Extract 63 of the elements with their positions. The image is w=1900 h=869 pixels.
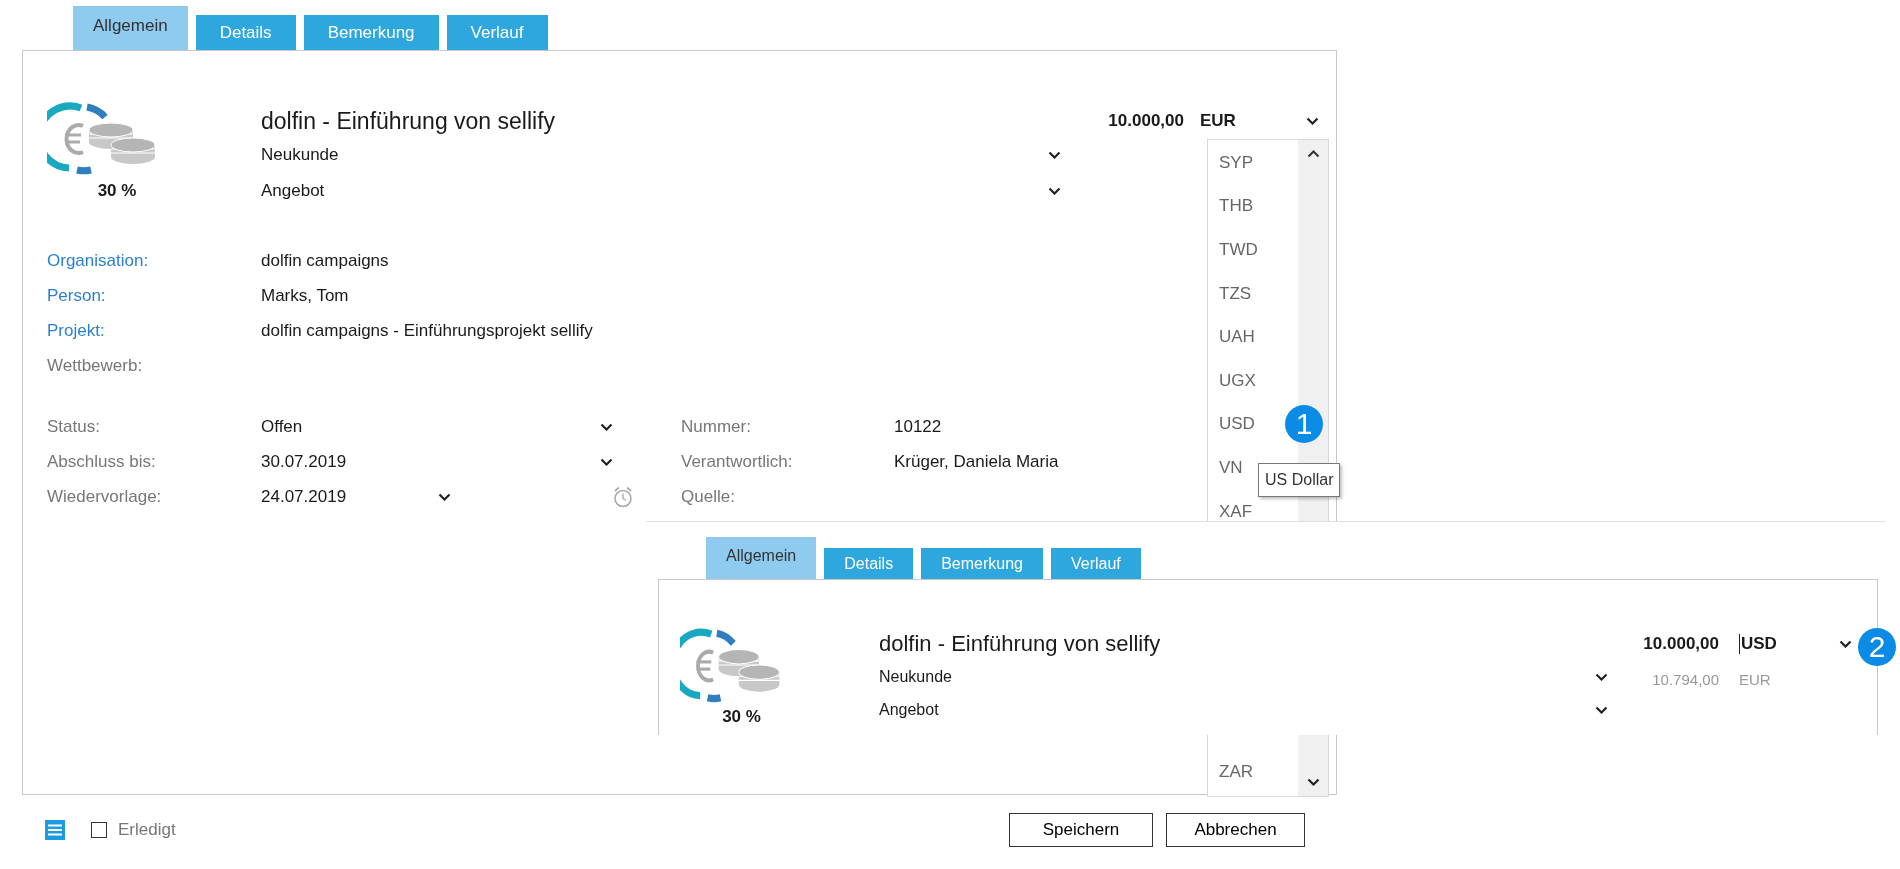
currency-option[interactable]: UGX: [1219, 370, 1256, 391]
chevron-down-icon: [1839, 640, 1852, 648]
customer-type-dropdown[interactable]: Neukunde: [879, 660, 1612, 693]
chevron-down-icon: [1048, 151, 1061, 159]
chevron-down-icon: [1048, 187, 1061, 195]
chevron-down-icon: [1306, 778, 1320, 786]
field-label: Status:: [47, 416, 101, 437]
currency-option[interactable]: SYP: [1219, 152, 1254, 173]
chevron-down-icon: [1306, 117, 1319, 125]
field-label: Verantwortlich:: [681, 451, 794, 472]
amount-value: 10.000,00: [1642, 634, 1719, 654]
dialog-button[interactable]: Abbrechen: [1166, 813, 1305, 847]
dropdown-field[interactable]: 30.07.2019: [261, 446, 613, 477]
field-label: Abschluss bis:: [47, 451, 157, 472]
field-link[interactable]: Person:: [47, 285, 261, 306]
field-value: 10122: [894, 416, 942, 437]
field-link[interactable]: Organisation:: [47, 250, 261, 271]
amount-value: 10.000,00: [1107, 111, 1184, 131]
field-value: dolfin campaigns - Einführungsprojekt sellify: [261, 320, 593, 341]
checkbox-label: Erledigt: [118, 820, 176, 840]
currency-option[interactable]: UAH: [1219, 327, 1255, 348]
probability-percent: 30 %: [97, 180, 137, 202]
chevron-up-icon: [1306, 150, 1320, 158]
field-label: Wettbewerb:: [47, 355, 144, 376]
currency-dropdown[interactable]: USD: [1739, 634, 1819, 654]
tab[interactable]: Allgemein: [73, 6, 188, 50]
dialog-button[interactable]: Speichern: [1009, 813, 1153, 847]
date-dropdown[interactable]: 24.07.2019: [261, 481, 451, 512]
text-cursor: [1739, 634, 1740, 654]
checkbox[interactable]: [91, 822, 107, 838]
field-value: Marks, Tom: [261, 285, 349, 306]
dropdown-field[interactable]: Offen: [261, 411, 613, 442]
currency-option[interactable]: ZAR: [1219, 762, 1253, 783]
customer-type-dropdown[interactable]: Neukunde: [261, 137, 1065, 173]
currency-option[interactable]: TZS: [1219, 283, 1252, 304]
field-label: Nummer:: [681, 416, 752, 437]
currency-option[interactable]: THB: [1219, 196, 1253, 217]
chevron-down-icon: [1595, 672, 1608, 681]
euro-coins-icon: [680, 626, 783, 705]
probability-percent: 30 %: [722, 706, 761, 728]
tab[interactable]: Allgemein: [706, 537, 817, 579]
currency-dropdown[interactable]: EUR: [1200, 111, 1290, 131]
phase-dropdown[interactable]: Angebot: [879, 693, 1612, 726]
phase-dropdown[interactable]: Angebot: [261, 173, 1065, 209]
currency-option[interactable]: USD: [1219, 414, 1255, 435]
chevron-down-icon: [438, 492, 451, 501]
chevron-down-icon: [600, 422, 613, 431]
record-title: dolfin - Einführung von sellify: [879, 630, 1162, 658]
field-label: Wiedervorlage:: [47, 486, 163, 507]
converted-amount: 10.794,00: [1651, 670, 1719, 688]
menu-icon: [45, 820, 65, 840]
currency-option[interactable]: XAF: [1219, 501, 1253, 522]
field-value: dolfin campaigns: [261, 250, 389, 271]
record-title: dolfin - Einführung von sellify: [261, 107, 557, 136]
field-label: Quelle:: [681, 486, 736, 507]
currency-option[interactable]: VN: [1219, 457, 1243, 478]
field-link[interactable]: Projekt:: [47, 320, 261, 341]
chevron-down-icon: [600, 457, 613, 466]
currency-option[interactable]: TWD: [1219, 240, 1258, 260]
converted-currency: EUR: [1739, 670, 1772, 688]
chevron-down-icon: [1595, 705, 1608, 714]
field-value: Krüger, Daniela Maria: [894, 451, 1059, 472]
tooltip: US Dollar: [1258, 463, 1341, 497]
